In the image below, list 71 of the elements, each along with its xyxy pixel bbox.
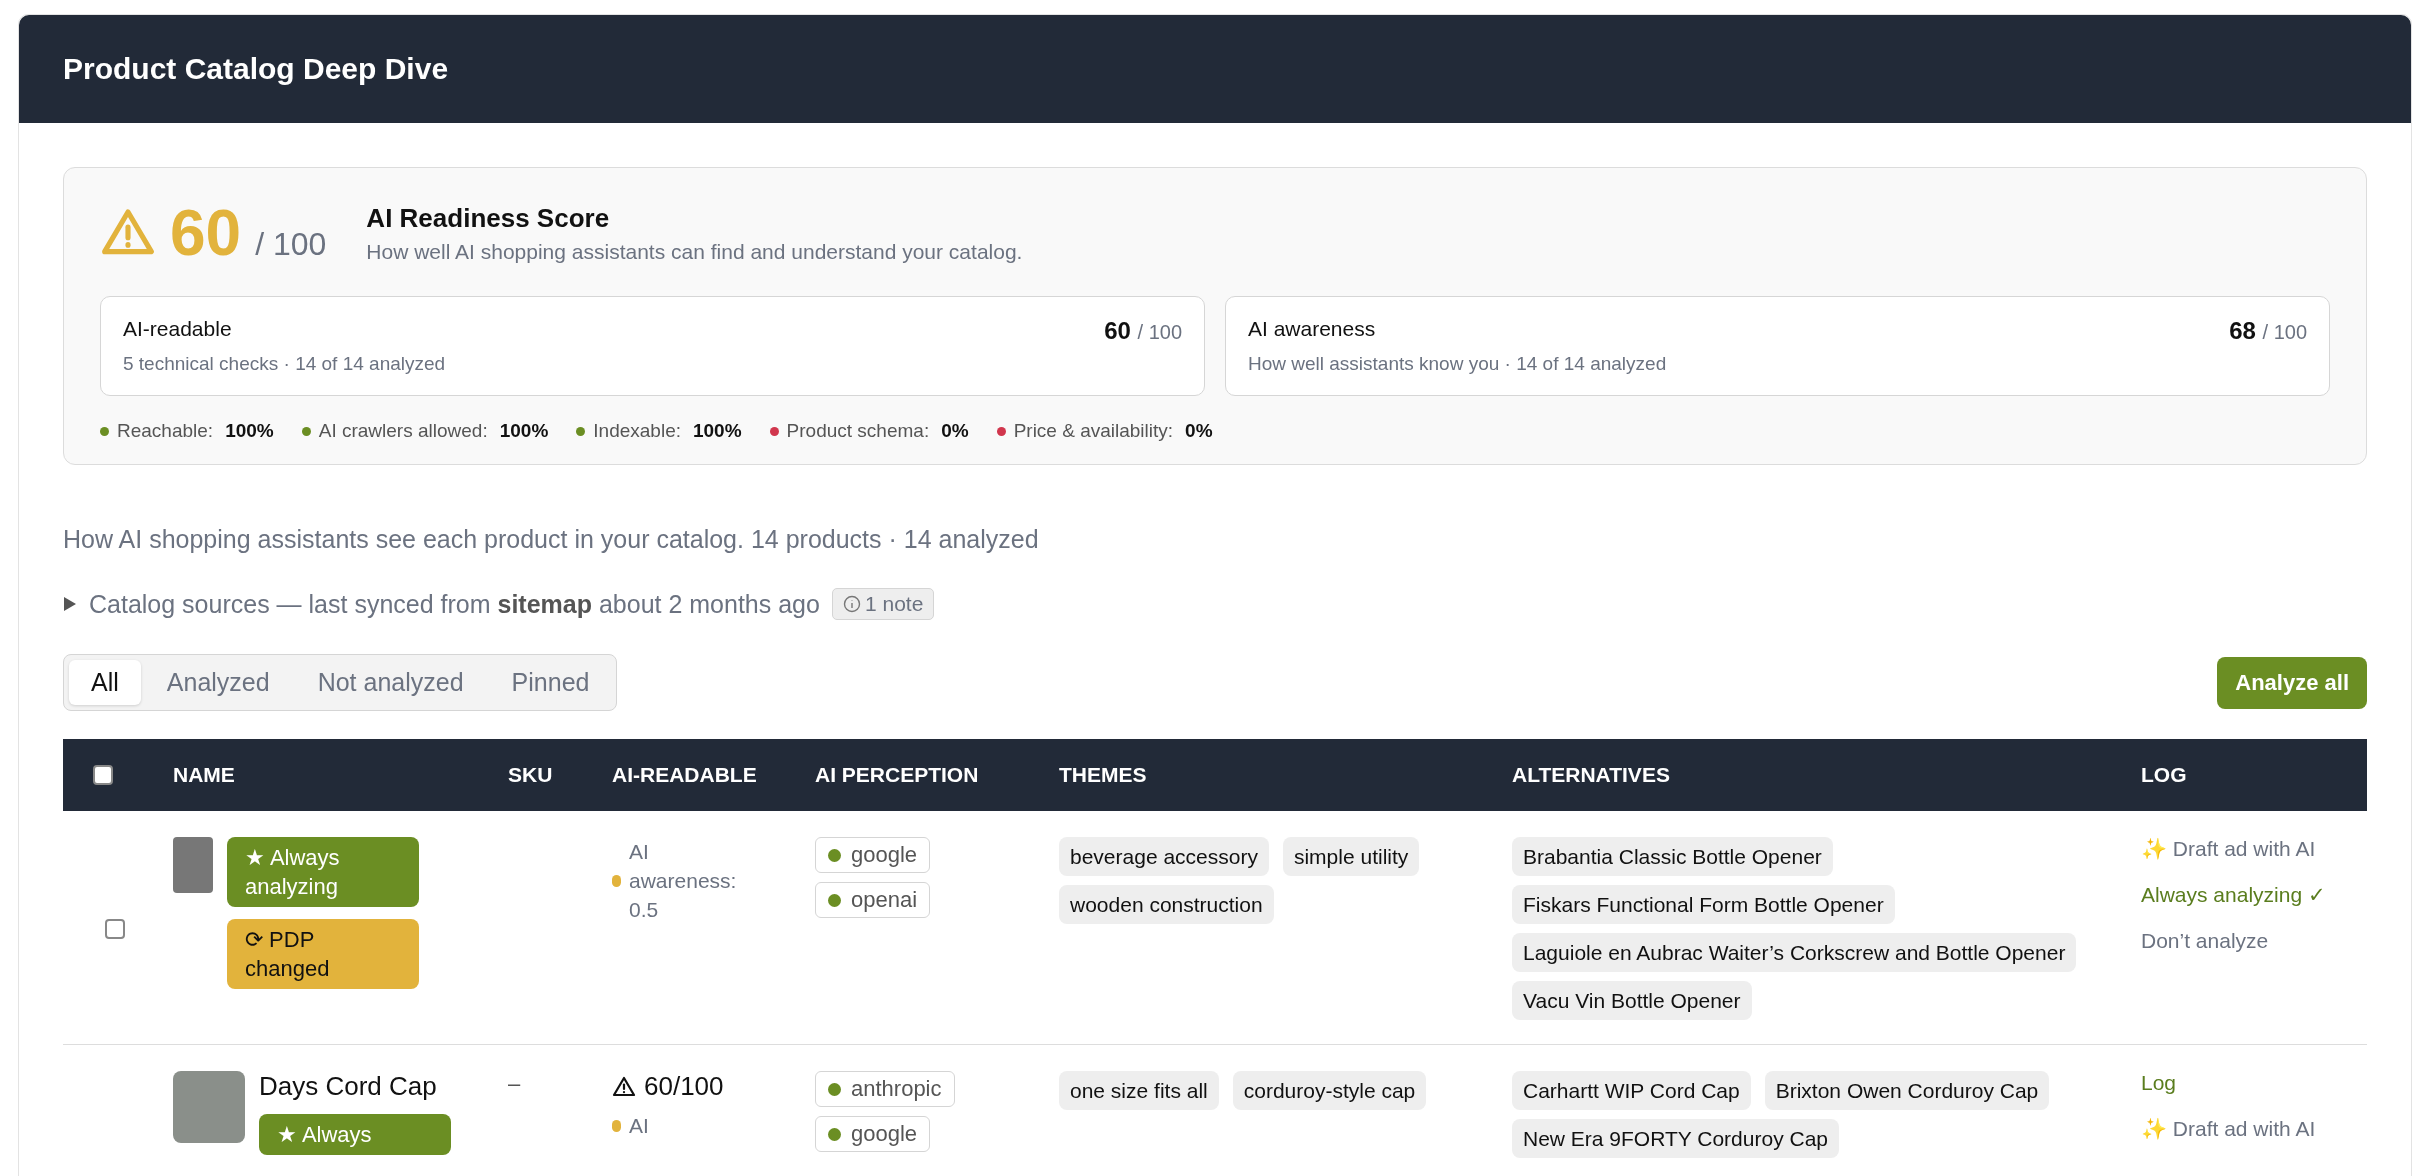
check-label: Reachable: bbox=[117, 420, 214, 442]
column-header: THEMES bbox=[1059, 763, 1147, 786]
theme-tag: wooden construction bbox=[1059, 885, 1274, 924]
note-badge[interactable]: 1 note bbox=[831, 588, 935, 620]
alternative-tag: Brabantia Classic Bottle Opener bbox=[1512, 837, 1833, 876]
theme-tag: beverage accessory bbox=[1059, 837, 1269, 876]
theme-tag: one size fits all bbox=[1059, 1071, 1219, 1110]
metric-label: AI-readable bbox=[123, 317, 233, 341]
theme-tag: corduroy-style cap bbox=[1232, 1071, 1427, 1110]
disclosure-icon[interactable] bbox=[63, 596, 77, 612]
photo-placeholder bbox=[173, 837, 213, 893]
select-all-checkbox[interactable] bbox=[93, 765, 113, 785]
score-max: / 100 bbox=[255, 226, 327, 263]
filter-tab[interactable]: All bbox=[69, 660, 141, 705]
alternative-tag: Fiskars Functional Form Bottle Opener bbox=[1512, 885, 1895, 924]
check-label: Indexable: bbox=[593, 420, 681, 442]
log-link[interactable]: ✨ Draft ad with AI bbox=[2141, 837, 2316, 861]
catalog-sources-text[interactable]: Catalog sources — last synced from sitemap about 2 months ago bbox=[89, 589, 820, 619]
column-header: LOG bbox=[2141, 763, 2187, 786]
check-label: Price & availability: bbox=[1013, 420, 1174, 442]
awareness-label: AI bbox=[629, 1113, 650, 1139]
status-badge: ⟳ PDP changed bbox=[227, 919, 419, 989]
assistant-tag: google bbox=[815, 837, 931, 873]
metric-score: 60 / 100 bbox=[1104, 317, 1182, 346]
readable-score: 60/100 bbox=[644, 1071, 724, 1102]
analyze-all-button[interactable]: Analyze all bbox=[2217, 656, 2367, 709]
filter-tab[interactable]: Analyzed bbox=[144, 660, 292, 705]
filter-tab[interactable]: Not analyzed bbox=[295, 660, 486, 705]
product-name[interactable]: Days Cord Cap bbox=[259, 1071, 451, 1102]
assistant-tag: anthropic bbox=[815, 1071, 955, 1107]
column-header: AI-READABLE bbox=[612, 763, 757, 786]
check-value: 100% bbox=[499, 420, 549, 442]
row-checkbox[interactable] bbox=[105, 918, 125, 939]
status-badge: ★ Always analyzing bbox=[227, 837, 419, 907]
column-header: AI PERCEPTION bbox=[815, 763, 979, 786]
assistant-tag: google bbox=[815, 1116, 931, 1152]
log-link[interactable]: Always analyzing ✓ bbox=[2141, 883, 2326, 907]
assistant-tag: openai bbox=[815, 882, 931, 918]
metric-label: AI awareness bbox=[1248, 317, 1377, 341]
score-title: AI Readiness Score bbox=[366, 202, 611, 234]
info-icon bbox=[842, 595, 861, 613]
check-label: Product schema: bbox=[786, 420, 930, 442]
filter-tab[interactable]: Pinned bbox=[489, 660, 612, 705]
log-link[interactable]: Log bbox=[2141, 1071, 2177, 1095]
check-value: 0% bbox=[941, 420, 969, 442]
column-header: ALTERNATIVES bbox=[1512, 763, 1670, 786]
photo-placeholder bbox=[173, 1071, 245, 1143]
column-header: NAME bbox=[173, 763, 235, 786]
metric-score: 68 / 100 bbox=[2229, 317, 2307, 346]
column-header: SKU bbox=[508, 763, 553, 786]
alternative-tag: Laguiole en Aubrac Waiter’s Corkscrew and Bottle Opener bbox=[1512, 933, 2077, 972]
awareness-label: AI awareness: 0.5 bbox=[629, 839, 738, 923]
alternative-tag: Carhartt WIP Cord Cap bbox=[1512, 1071, 1751, 1110]
alternative-tag: New Era 9FORTY Corduroy Cap bbox=[1512, 1119, 1839, 1158]
check-value: 0% bbox=[1185, 420, 1213, 442]
catalog-summary: How AI shopping assistants see each product in your catalog. 14 products · 14 analyzed bbox=[63, 525, 1040, 554]
metric-detail: How well assistants know you · 14 of 14 analyzed bbox=[1248, 353, 1667, 375]
metric-detail: 5 technical checks · 14 of 14 analyzed bbox=[123, 353, 446, 375]
log-link[interactable]: ✨ Draft ad with AI bbox=[2141, 1117, 2316, 1141]
score-subtitle: How well AI shopping assistants can find and understand your catalog. bbox=[366, 239, 1023, 264]
page-title: Product Catalog Deep Dive bbox=[63, 52, 449, 86]
theme-tag: simple utility bbox=[1282, 837, 1420, 876]
alternative-tag: Vacu Vin Bottle Opener bbox=[1512, 981, 1752, 1020]
status-badge: ★ Always bbox=[259, 1114, 451, 1155]
score-value: 60 bbox=[170, 196, 242, 270]
sku-value: – bbox=[508, 1071, 521, 1097]
check-value: 100% bbox=[693, 420, 742, 442]
check-value: 100% bbox=[225, 420, 274, 442]
alternative-tag: Brixton Owen Corduroy Cap bbox=[1764, 1071, 2050, 1110]
check-label: AI crawlers allowed: bbox=[318, 420, 488, 442]
log-link[interactable]: Don’t analyze bbox=[2141, 929, 2269, 953]
